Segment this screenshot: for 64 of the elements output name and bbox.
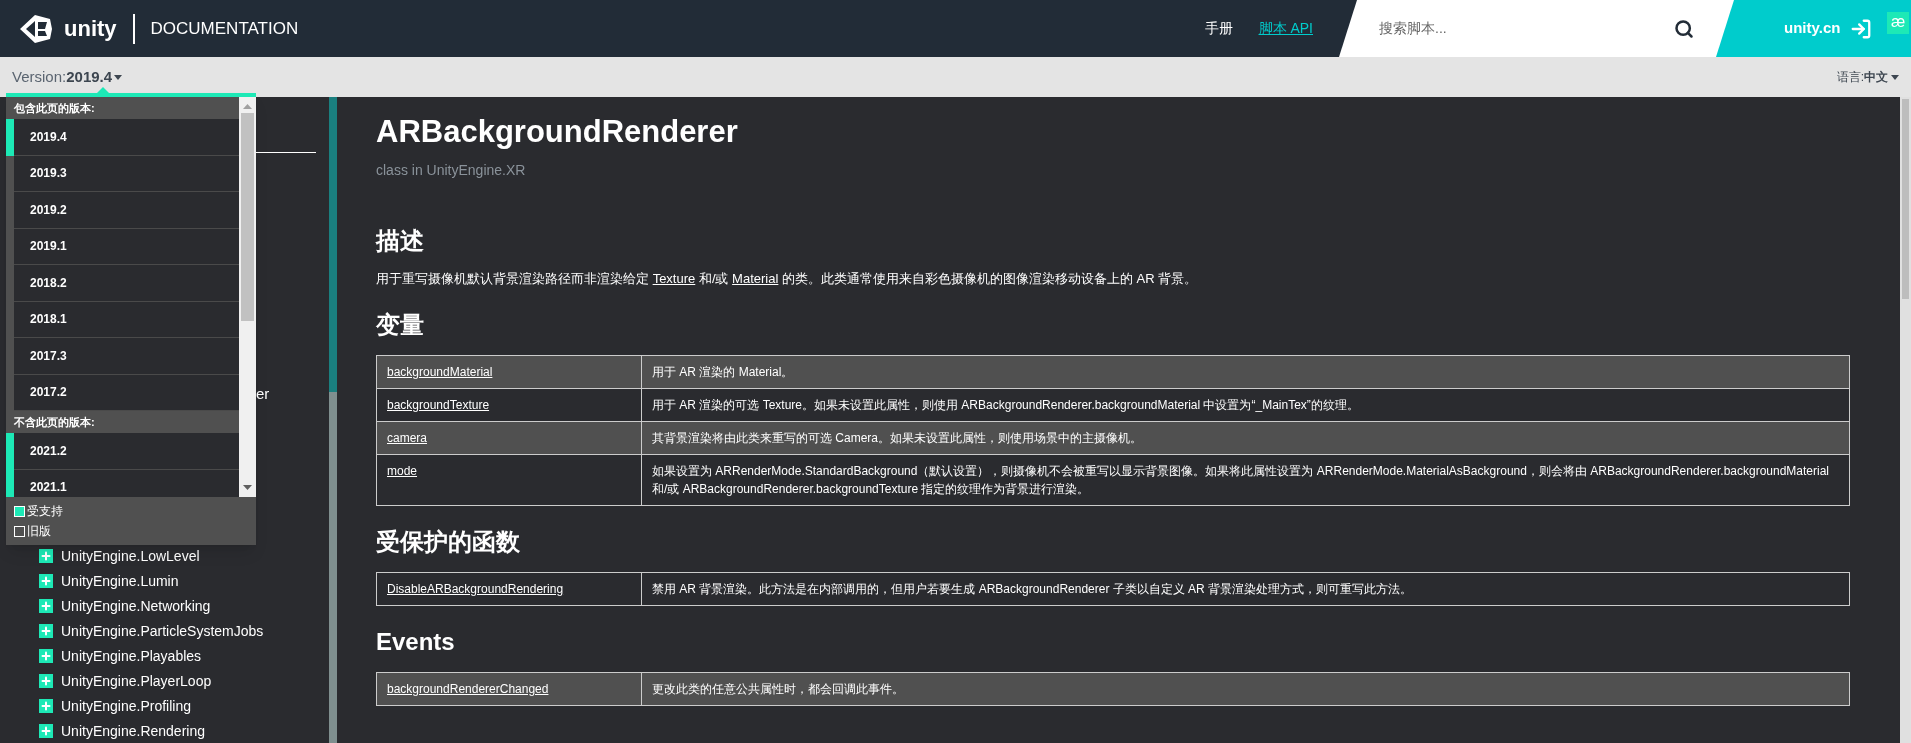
description-text: 用于重写摄像机默认背景渲染路径而非渲染给定 Texture 和/或 Material 的类。此类通常使用来自彩色摄像机的图像渲染移动设备上的 AR 背景。	[376, 270, 1199, 288]
member-description: 用于 AR 渲染的 Material。	[652, 364, 794, 379]
caret-icon	[1891, 74, 1899, 80]
search-field[interactable]: 搜索脚本...	[1339, 0, 1734, 57]
expand-icon[interactable]	[39, 598, 53, 613]
sidebar-item[interactable]: UnityEngine.Lumin	[61, 572, 179, 589]
sidebar-item[interactable]: UnityEngine.ParticleSystemJobs	[61, 622, 264, 639]
version-selector[interactable]: Version:2019.4	[12, 65, 123, 89]
version-option[interactable]: 2019.4	[6, 119, 239, 156]
expand-icon[interactable]	[39, 548, 53, 563]
member-link[interactable]: backgroundTexture	[387, 397, 490, 412]
version-option[interactable]: 2019.2	[6, 192, 239, 229]
legend-checkbox[interactable]	[14, 525, 25, 537]
doc-link[interactable]: Material	[732, 271, 779, 286]
section-heading: 描述	[376, 226, 425, 256]
brand-name[interactable]: unity	[64, 12, 117, 45]
sidebar-item[interactable]: UnityEngine.Playables	[61, 647, 202, 664]
sidebar-item[interactable]: UnityEngine.Profiling	[61, 697, 191, 714]
section-heading: 受保护的函数	[376, 526, 521, 557]
legend-label: 受支持	[27, 503, 63, 520]
sidebar-item[interactable]: UnityEngine.Rendering	[61, 722, 205, 739]
expand-icon[interactable]	[39, 573, 53, 588]
language-selector[interactable]: 语言:中文	[1836, 68, 1899, 86]
section-heading: Events	[376, 626, 456, 657]
scroll-down-icon[interactable]	[243, 485, 252, 490]
caret-icon	[114, 74, 123, 80]
section-heading: 变量	[376, 309, 425, 340]
doc-link[interactable]: Texture	[652, 271, 696, 286]
version-option[interactable]: 2018.2	[6, 265, 239, 302]
page-title: ARBackgroundRenderer	[376, 113, 739, 151]
expand-icon[interactable]	[39, 673, 53, 688]
legend-checkbox[interactable]	[14, 505, 25, 517]
version-option[interactable]: 2017.2	[6, 374, 239, 411]
legend-label: 旧版	[27, 523, 51, 540]
member-description: 禁用 AR 背景渲染。此方法是在内部调用的，但用户若要生成 ARBackgroundRenderer 子类以自定义 AR 背景渲染处理方式，则可重写此方法。	[652, 581, 1413, 596]
section-title: DOCUMENTATION	[150, 17, 299, 40]
member-description: 其背景渲染将由此类来重写的可选 Camera。如果未设置此属性，则使用场景中的主摄像机。	[652, 430, 1142, 445]
sidebar-item[interactable]: UnityEngine.LowLevel	[61, 547, 200, 564]
member-link[interactable]: backgroundMaterial	[387, 364, 493, 379]
version-option[interactable]: 2018.1	[6, 301, 239, 338]
version-option[interactable]: 2017.3	[6, 338, 239, 375]
expand-icon[interactable]	[39, 648, 53, 663]
version-option[interactable]: 2019.3	[6, 155, 239, 192]
expand-icon[interactable]	[39, 623, 53, 638]
expand-icon[interactable]	[39, 723, 53, 738]
sidebar-item[interactable]: er	[256, 382, 270, 405]
member-description: 如果设置为 ARRenderMode.StandardBackground（默认设置），则摄像机不会被重写以显示背景图像。如果将此属性设置为 ARRenderMode.MaterialAsBackground，则会将由 ARBackgroundRenderer.backgroundMaterial 和/或 ARBackgroundRenderer.backgroundTexture 指定的纹理作为背景进行渲染。	[652, 463, 1830, 496]
member-link[interactable]: mode	[387, 463, 418, 478]
member-link[interactable]: camera	[387, 430, 427, 445]
search-input[interactable]: 搜索脚本...	[1379, 18, 1674, 39]
version-option[interactable]: 2021.2	[6, 433, 239, 470]
member-description: 更改此类的任意公共属性时，都会回调此事件。	[652, 681, 904, 696]
group-header: 包含此页的版本:	[6, 97, 239, 119]
nav-link[interactable]: 脚本 API	[1258, 18, 1313, 39]
expand-icon[interactable]	[39, 698, 53, 713]
version-option[interactable]: 2021.1	[6, 469, 239, 497]
scroll-thumb[interactable]	[241, 113, 254, 321]
search-icon[interactable]	[1674, 18, 1694, 39]
page-subtitle: class in UnityEngine.XR	[376, 161, 527, 180]
sidebar-item[interactable]: UnityEngine.Networking	[61, 597, 211, 614]
member-description: 用于 AR 渲染的可选 Texture。如果未设置此属性，则使用 ARBackgroundRenderer.backgroundMaterial 中设置为“_MainTex”的纹理。	[652, 397, 1359, 412]
version-option[interactable]: 2019.1	[6, 228, 239, 265]
nav-link[interactable]: 手册	[1204, 18, 1233, 39]
sidebar-item[interactable]: UnityEngine.PlayerLoop	[61, 672, 212, 689]
